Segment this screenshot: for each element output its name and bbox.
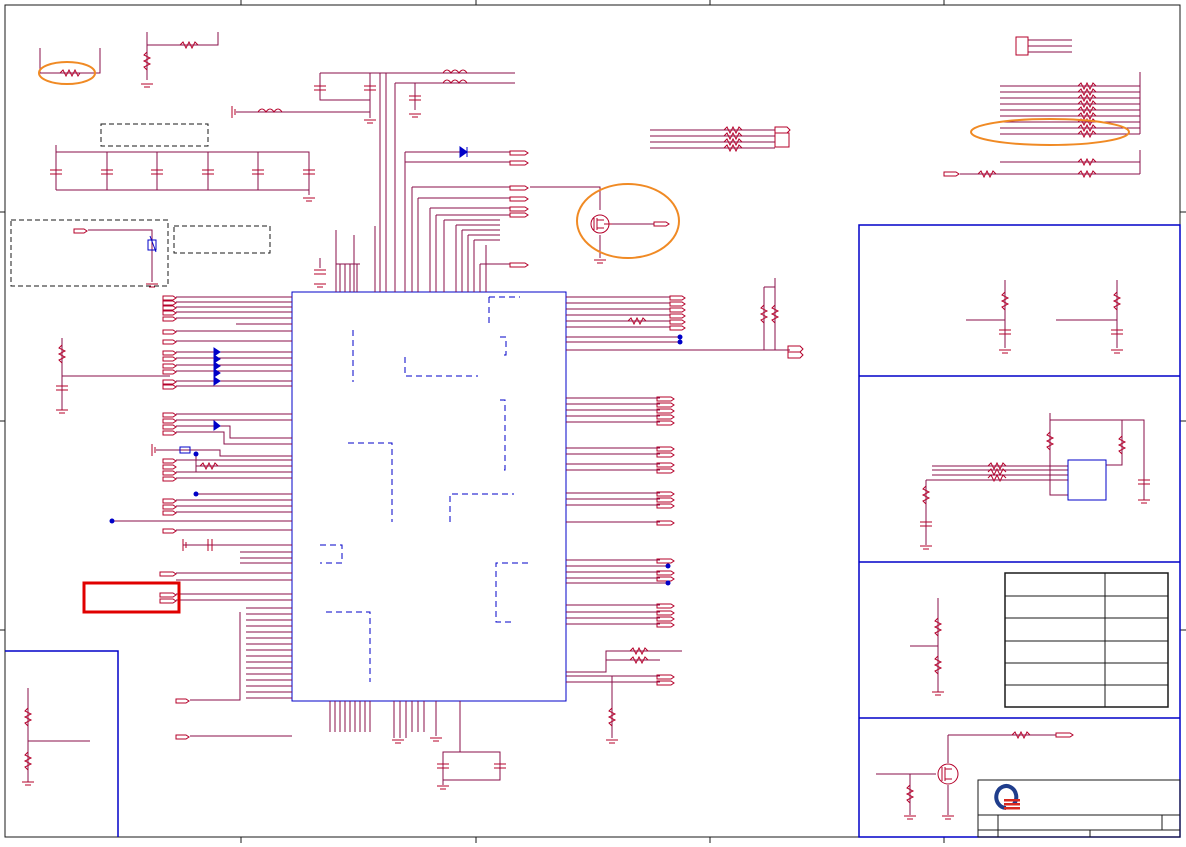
connector-arrow-icon: [73, 36, 1074, 740]
schematic-drawing: [0, 0, 1186, 843]
main-ic: [291, 291, 567, 702]
resistor-array-icon: [723, 81, 1097, 483]
schematic-sheet: [0, 0, 1186, 843]
components: [10, 36, 1150, 820]
inductor-icon: [257, 69, 468, 113]
highlight-ellipse-mosfet: [576, 183, 680, 259]
bottom-left-panel: [5, 650, 119, 837]
ground-icon: [22, 83, 1150, 820]
highlight-ellipse-resistor-array: [970, 118, 1130, 146]
revision-table: [1004, 572, 1169, 708]
wiring: [27, 32, 1145, 815]
right-panels: [858, 224, 1181, 838]
quanta-logo-icon: [994, 784, 1020, 810]
dashed-outline: [10, 123, 271, 287]
